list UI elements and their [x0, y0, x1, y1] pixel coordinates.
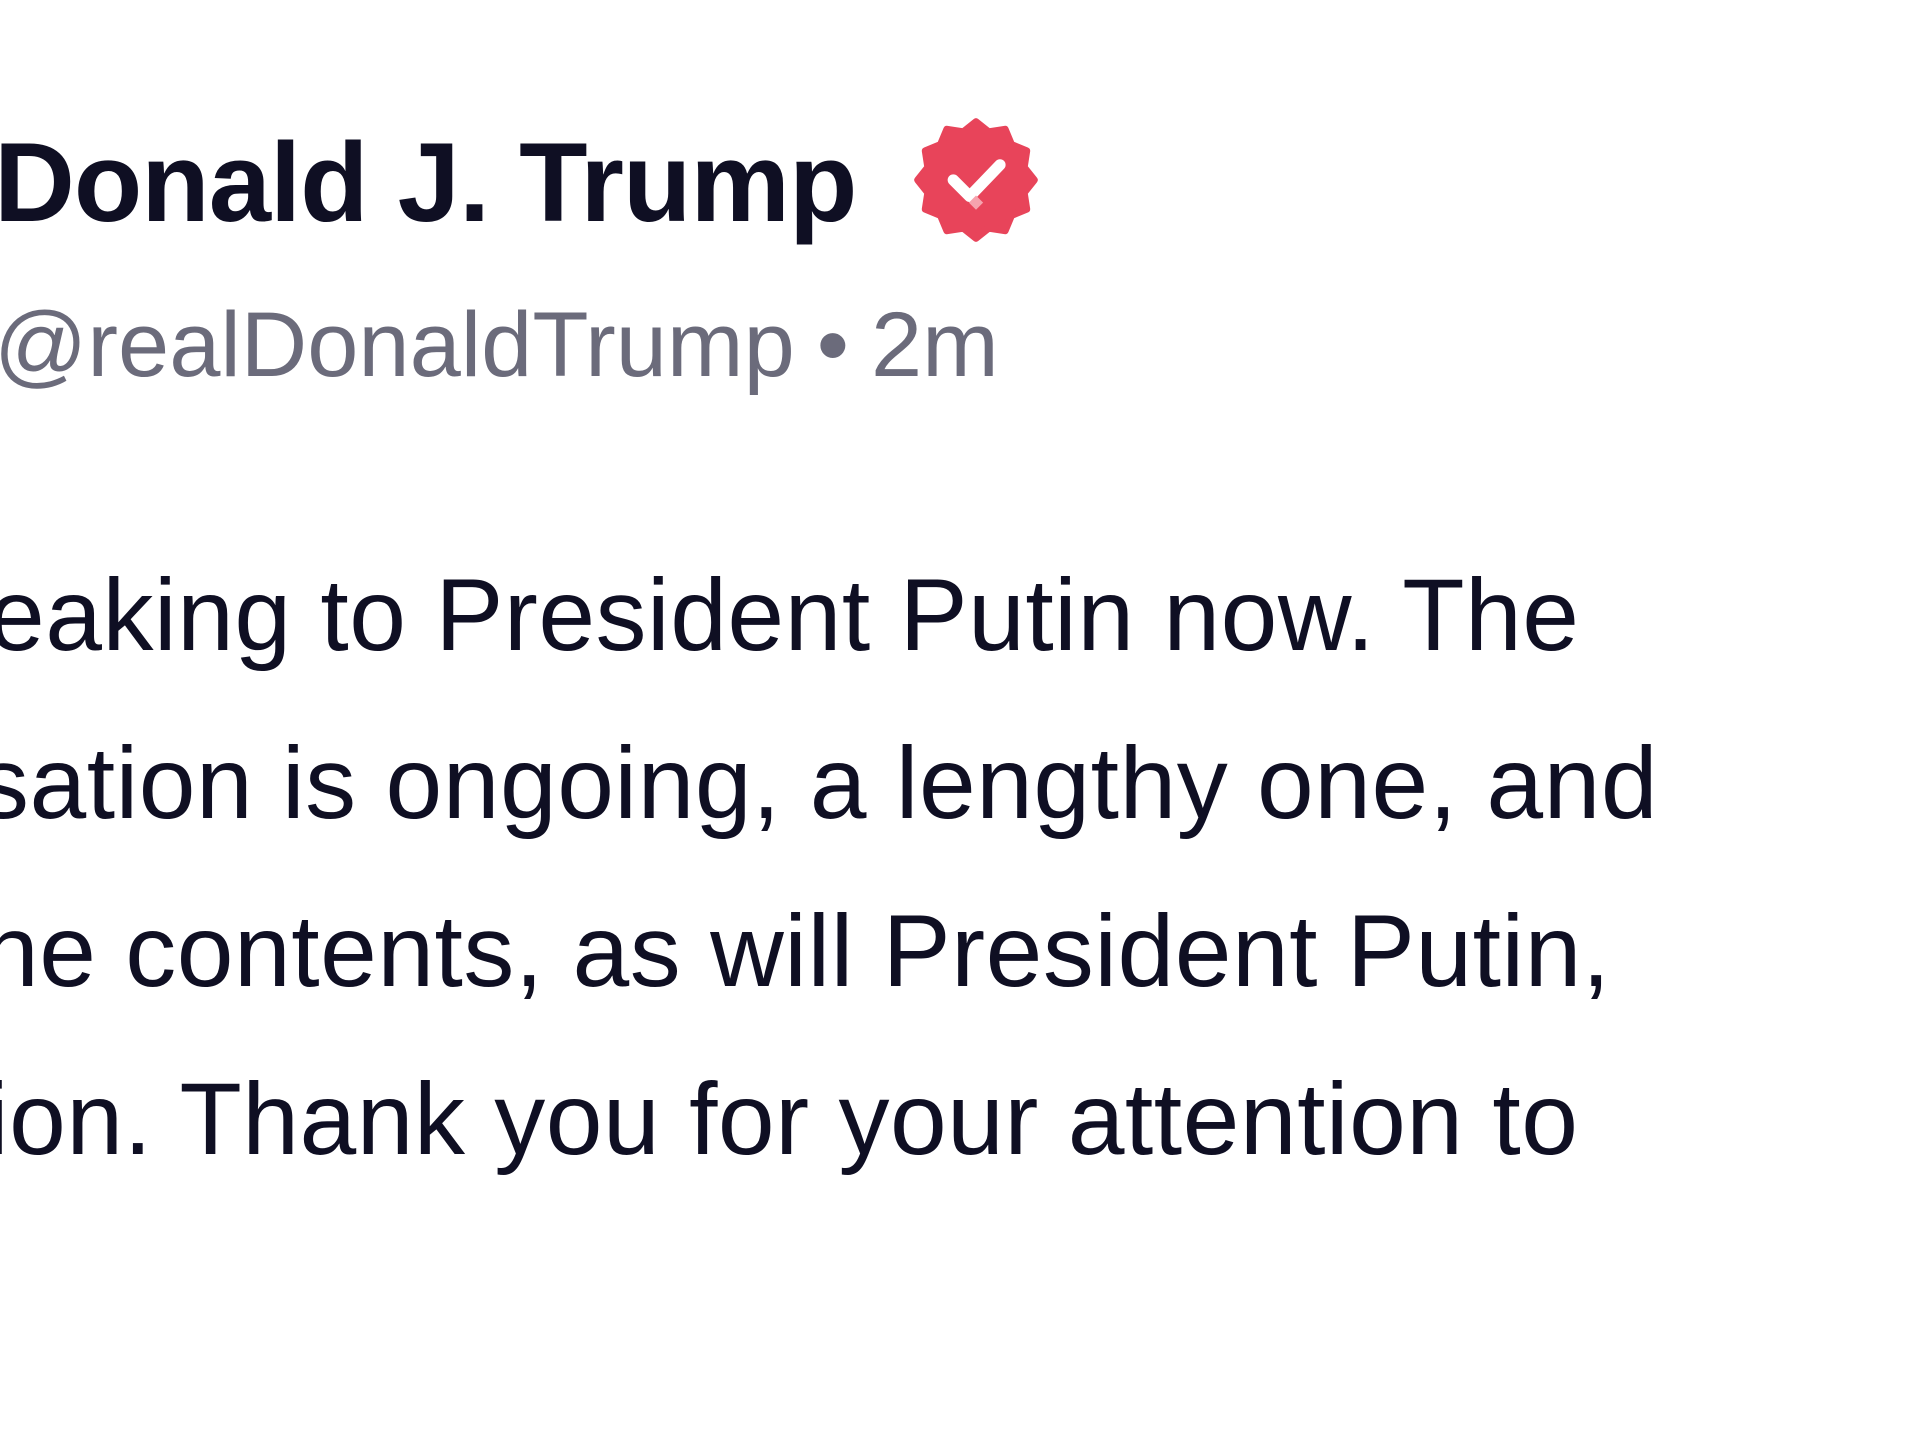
post-text-line-4: ion. Thank you for your attention to — [0, 1062, 1579, 1176]
meta-separator: • — [816, 294, 849, 396]
post-meta: @realDonaldTrump • 2m — [0, 290, 999, 400]
post-screenshot: Donald J. Trump @realDonaldTrump • 2m eaki… — [0, 0, 1920, 1437]
post-body: eaking to President Putin now. The satio… — [0, 555, 1920, 1227]
post-text-line-1: eaking to President Putin now. The — [0, 558, 1580, 672]
post-timestamp[interactable]: 2m — [871, 294, 999, 396]
author-name[interactable]: Donald J. Trump — [0, 118, 857, 248]
post-text-line-3: he contents, as will President Putin, — [0, 894, 1611, 1008]
author-handle[interactable]: @realDonaldTrump — [0, 294, 795, 396]
post-text-line-2: sation is ongoing, a lengthy one, and — [0, 726, 1659, 840]
verified-badge-icon — [914, 118, 1038, 242]
